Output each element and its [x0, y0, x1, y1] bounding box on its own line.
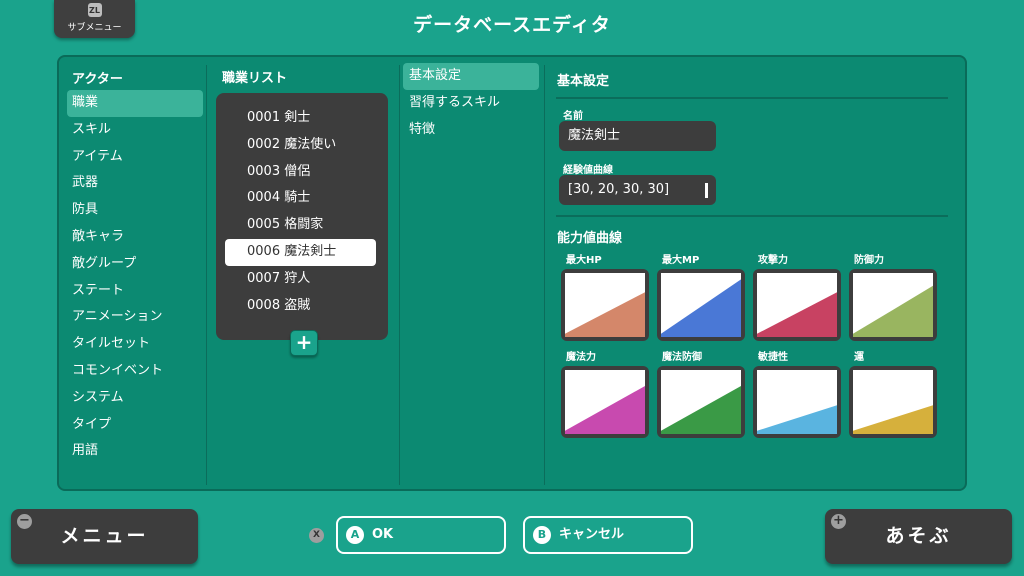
- param-curve-graph: [561, 269, 649, 341]
- category-item[interactable]: 敵グループ: [67, 251, 203, 278]
- cancel-button[interactable]: B キャンセル: [523, 516, 693, 554]
- param-curve[interactable]: 敏捷性: [753, 352, 841, 438]
- category-item[interactable]: タイプ: [67, 412, 203, 439]
- cancel-label: キャンセル: [559, 527, 625, 542]
- category-item[interactable]: 職業: [67, 90, 203, 117]
- category-item[interactable]: コモンイベント: [67, 358, 203, 385]
- param-curve-label: 最大HP: [566, 255, 602, 266]
- job-list: 0001 剣士 0002 魔法使い 0003 僧侶 0004 騎士 0005 格闘家 00…: [216, 93, 388, 340]
- text-cursor: [705, 183, 708, 198]
- job-list-item[interactable]: 0003 僧侶: [225, 159, 376, 186]
- category-item[interactable]: 用語: [67, 438, 203, 465]
- category-item[interactable]: スキル: [67, 117, 203, 144]
- param-curve-graph: [561, 366, 649, 438]
- job-list-item[interactable]: 0004 騎士: [225, 185, 376, 212]
- param-curve-label: 攻撃力: [758, 255, 788, 266]
- param-curve[interactable]: 運: [849, 352, 937, 438]
- param-curve-label: 最大MP: [662, 255, 700, 266]
- name-label: 名前: [563, 111, 583, 122]
- param-curve[interactable]: 防御力: [849, 255, 937, 341]
- menu-label: メニュー: [60, 525, 149, 547]
- param-curves-heading: 能力値曲線: [557, 231, 623, 246]
- job-list-item[interactable]: 0006 魔法剣士: [225, 238, 376, 266]
- column-divider: [544, 65, 545, 485]
- b-button-icon: B: [533, 526, 551, 544]
- job-list-heading: 職業リスト: [222, 71, 288, 86]
- param-curve[interactable]: 魔法力: [561, 352, 649, 438]
- category-item[interactable]: 防具: [67, 197, 203, 224]
- category-item[interactable]: アニメーション: [67, 304, 203, 331]
- category-item[interactable]: システム: [67, 385, 203, 412]
- category-item[interactable]: タイルセット: [67, 331, 203, 358]
- detail-tab[interactable]: 基本設定: [403, 63, 539, 90]
- param-curve-graph: [657, 366, 745, 438]
- param-curve-graph: [849, 366, 937, 438]
- section-divider: [556, 215, 948, 217]
- param-curve-graph: [753, 366, 841, 438]
- add-job-button[interactable]: +: [290, 330, 318, 356]
- param-curve-graph: [849, 269, 937, 341]
- exp-curve-value: [30, 20, 30, 30]: [568, 182, 670, 197]
- detail-tab[interactable]: 特徴: [403, 117, 539, 144]
- param-curve[interactable]: 魔法防御: [657, 352, 745, 438]
- category-heading[interactable]: アクター: [72, 68, 123, 87]
- a-button-icon: A: [346, 526, 364, 544]
- exp-curve-label: 経験値曲線: [563, 165, 613, 176]
- exp-curve-field[interactable]: [30, 20, 30, 30]: [559, 175, 716, 205]
- category-item[interactable]: アイテム: [67, 144, 203, 171]
- job-list-item[interactable]: 0002 魔法使い: [225, 132, 376, 159]
- column-divider: [399, 65, 400, 485]
- editor-panel: アクター 職業 スキル アイテム 武器 防具 敵キャラ 敵グループ ステート アニメーション タイ…: [57, 55, 967, 491]
- param-curve-graph: [753, 269, 841, 341]
- category-item[interactable]: 武器: [67, 170, 203, 197]
- param-curve-label: 魔法力: [566, 352, 596, 363]
- param-curve-label: 運: [854, 352, 864, 363]
- ok-label: OK: [372, 527, 394, 542]
- param-curve-label: 魔法防御: [662, 352, 702, 363]
- name-value: 魔法剣士: [568, 128, 621, 143]
- param-curve[interactable]: 攻撃力: [753, 255, 841, 341]
- detail-tab-list: 基本設定 習得するスキル 特徴: [403, 63, 539, 143]
- menu-button[interactable]: − メニュー: [11, 509, 198, 564]
- play-label: あそぶ: [885, 525, 952, 547]
- param-curve[interactable]: 最大MP: [657, 255, 745, 341]
- page-title: データベースエディタ: [413, 14, 611, 36]
- category-list: 職業 スキル アイテム 武器 防具 敵キャラ 敵グループ ステート アニメーション タイルセットコ…: [67, 90, 203, 465]
- ok-button[interactable]: A OK: [336, 516, 506, 554]
- section-divider: [556, 97, 948, 99]
- x-button-icon[interactable]: X: [309, 528, 324, 543]
- play-button[interactable]: + あそぶ: [825, 509, 1012, 564]
- job-list-item[interactable]: 0008 盗賊: [225, 293, 376, 320]
- category-item[interactable]: ステート: [67, 278, 203, 305]
- job-list-item[interactable]: 0001 剣士: [225, 105, 376, 132]
- category-item[interactable]: 敵キャラ: [67, 224, 203, 251]
- param-curve[interactable]: 最大HP: [561, 255, 649, 341]
- job-list-item[interactable]: 0007 狩人: [225, 266, 376, 293]
- detail-tab[interactable]: 習得するスキル: [403, 90, 539, 117]
- column-divider: [206, 65, 207, 485]
- name-field[interactable]: 魔法剣士: [559, 121, 716, 151]
- param-curve-graph: [657, 269, 745, 341]
- job-list-item[interactable]: 0005 格闘家: [225, 212, 376, 239]
- detail-heading: 基本設定: [557, 74, 610, 89]
- param-curve-label: 防御力: [854, 255, 884, 266]
- param-curve-label: 敏捷性: [758, 352, 788, 363]
